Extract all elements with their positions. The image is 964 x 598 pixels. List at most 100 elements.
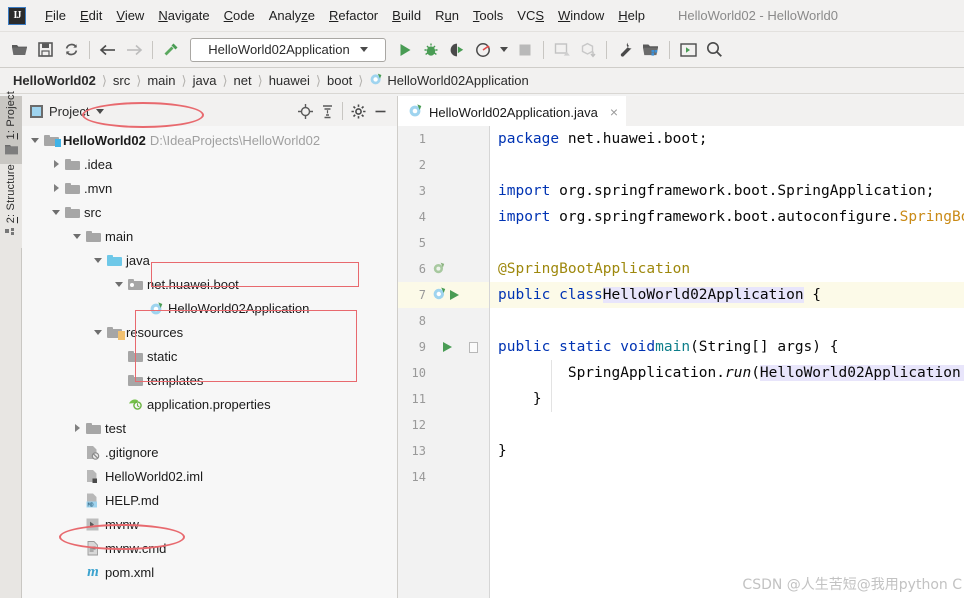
breadcrumb-item-1[interactable]: src bbox=[110, 73, 133, 88]
tree-row[interactable]: application.properties bbox=[22, 392, 397, 416]
breadcrumb-item-0[interactable]: HelloWorld02 bbox=[10, 73, 99, 88]
menu-item-analyze[interactable]: Analyze bbox=[262, 5, 322, 26]
debug-bug-icon[interactable] bbox=[418, 37, 444, 63]
gutter-line-1[interactable]: 1 bbox=[398, 126, 489, 152]
gutter-line-14[interactable]: 14 bbox=[398, 464, 489, 490]
chevron-right-icon[interactable] bbox=[49, 176, 63, 200]
gutter-line-7[interactable]: 7 bbox=[398, 282, 489, 308]
breadcrumb-item-6[interactable]: boot bbox=[324, 73, 355, 88]
project-tree[interactable]: HelloWorld02 D:\IdeaProjects\HelloWorld02… bbox=[22, 126, 397, 598]
build-hammer-icon[interactable] bbox=[158, 37, 184, 63]
minimize-icon[interactable] bbox=[369, 100, 391, 122]
gutter-line-6[interactable]: 6 bbox=[398, 256, 489, 282]
run-with-coverage-icon[interactable] bbox=[444, 37, 470, 63]
menu-item-refactor[interactable]: Refactor bbox=[322, 5, 385, 26]
close-icon[interactable]: × bbox=[610, 104, 618, 120]
gutter-line-10[interactable]: 10 bbox=[398, 360, 489, 386]
sync-refresh-icon[interactable] bbox=[58, 37, 84, 63]
tree-row[interactable]: src bbox=[22, 200, 397, 224]
project-structure-icon[interactable] bbox=[638, 37, 664, 63]
menu-item-file[interactable]: File bbox=[38, 5, 73, 26]
breadcrumb-item-5[interactable]: huawei bbox=[266, 73, 313, 88]
sidebar-item-project[interactable]: 1: Project bbox=[0, 91, 22, 164]
chevron-down-icon[interactable] bbox=[49, 200, 63, 224]
search-icon[interactable] bbox=[701, 37, 727, 63]
tree-row-label: templates bbox=[147, 372, 204, 388]
editor-tab-helloworld02application[interactable]: HelloWorld02Application.java × bbox=[398, 96, 627, 126]
profiler-dropdown-caret-icon[interactable] bbox=[496, 37, 512, 63]
sidebar-item-structure[interactable]: 2: Structure bbox=[0, 164, 22, 248]
tree-row[interactable]: main bbox=[22, 224, 397, 248]
chevron-right-icon[interactable] bbox=[70, 416, 84, 440]
spring-boot-run-icon[interactable] bbox=[432, 286, 447, 304]
tree-row[interactable]: MD HELP.md bbox=[22, 488, 397, 512]
tree-row[interactable]: HelloWorld02 D:\IdeaProjects\HelloWorld02 bbox=[22, 128, 397, 152]
tree-row[interactable]: net.huawei.boot bbox=[22, 272, 397, 296]
menu-item-window[interactable]: Window bbox=[551, 5, 611, 26]
chevron-down-icon[interactable] bbox=[91, 320, 105, 344]
menu-item-vcs[interactable]: VCS bbox=[510, 5, 551, 26]
chevron-down-icon[interactable] bbox=[91, 248, 105, 272]
tree-row[interactable]: HelloWorld02.iml bbox=[22, 464, 397, 488]
breadcrumb-item-2[interactable]: main bbox=[144, 73, 178, 88]
open-folder-icon[interactable] bbox=[6, 37, 32, 63]
tree-row[interactable]: java bbox=[22, 248, 397, 272]
tree-row[interactable]: resources bbox=[22, 320, 397, 344]
editor-gutter[interactable]: 1 2 3 4 5 6 7 8 9 10 11 12 13 14 bbox=[398, 126, 490, 598]
scroll-from-source-icon[interactable] bbox=[294, 100, 316, 122]
gutter-line-2[interactable]: 2 bbox=[398, 152, 489, 178]
gutter-line-8[interactable]: 8 bbox=[398, 308, 489, 334]
tree-row[interactable]: .idea bbox=[22, 152, 397, 176]
wrench-settings-icon[interactable] bbox=[612, 37, 638, 63]
breadcrumb-item-3[interactable]: java bbox=[190, 73, 220, 88]
code-content[interactable]: package net.huawei.boot; import org.spri… bbox=[490, 126, 964, 598]
run-configuration-selector[interactable]: HelloWorld02Application bbox=[190, 37, 386, 62]
profiler-icon[interactable] bbox=[470, 37, 496, 63]
tree-row[interactable]: .gitignore bbox=[22, 440, 397, 464]
chevron-down-icon[interactable] bbox=[70, 224, 84, 248]
line-number: 8 bbox=[418, 314, 426, 328]
arrow-left-icon[interactable] bbox=[95, 37, 121, 63]
gutter-line-5[interactable]: 5 bbox=[398, 230, 489, 256]
menu-item-code[interactable]: Code bbox=[217, 5, 262, 26]
gutter-line-9[interactable]: 9 bbox=[398, 334, 489, 360]
menu-item-build[interactable]: Build bbox=[385, 5, 428, 26]
tree-row[interactable]: mvnw.cmd bbox=[22, 536, 397, 560]
gutter-line-4[interactable]: 4 bbox=[398, 204, 489, 230]
tree-row[interactable]: static bbox=[22, 344, 397, 368]
collapse-all-icon[interactable] bbox=[316, 100, 338, 122]
run-play-icon[interactable] bbox=[392, 37, 418, 63]
tree-row[interactable]: templates bbox=[22, 368, 397, 392]
chevron-down-icon[interactable] bbox=[96, 108, 105, 114]
menu-item-navigate[interactable]: Navigate bbox=[151, 5, 216, 26]
terminal-icon[interactable] bbox=[675, 37, 701, 63]
folder-icon bbox=[63, 176, 81, 200]
breadcrumb-item-4[interactable]: net bbox=[231, 73, 255, 88]
save-icon[interactable] bbox=[32, 37, 58, 63]
menu-item-edit[interactable]: Edit bbox=[73, 5, 109, 26]
menu-item-run[interactable]: Run bbox=[428, 5, 466, 26]
gutter-line-12[interactable]: 12 bbox=[398, 412, 489, 438]
gear-icon[interactable] bbox=[347, 100, 369, 122]
chevron-down-icon[interactable] bbox=[28, 128, 42, 152]
chevron-right-icon[interactable] bbox=[49, 152, 63, 176]
code-fold-icon[interactable] bbox=[469, 342, 478, 353]
gutter-line-11[interactable]: 11 bbox=[398, 386, 489, 412]
breadcrumb-item-7[interactable]: HelloWorld02Application bbox=[366, 72, 531, 89]
gutter-line-13[interactable]: 13 bbox=[398, 438, 489, 464]
menu-item-view[interactable]: View bbox=[109, 5, 151, 26]
tree-row[interactable]: m pom.xml bbox=[22, 560, 397, 584]
chevron-down-icon[interactable] bbox=[112, 272, 126, 296]
tree-row[interactable]: mvnw bbox=[22, 512, 397, 536]
tree-row[interactable]: test bbox=[22, 416, 397, 440]
code-line-13: } bbox=[498, 443, 507, 459]
menu-item-tools[interactable]: Tools bbox=[466, 5, 510, 26]
spring-bean-icon[interactable] bbox=[432, 261, 446, 278]
menu-item-help[interactable]: Help bbox=[611, 5, 652, 26]
tree-row[interactable]: .mvn bbox=[22, 176, 397, 200]
tree-row[interactable]: HelloWorld02Application bbox=[22, 296, 397, 320]
gutter-line-3[interactable]: 3 bbox=[398, 178, 489, 204]
run-gutter-icon[interactable] bbox=[450, 290, 459, 300]
run-gutter-icon[interactable] bbox=[443, 342, 452, 352]
